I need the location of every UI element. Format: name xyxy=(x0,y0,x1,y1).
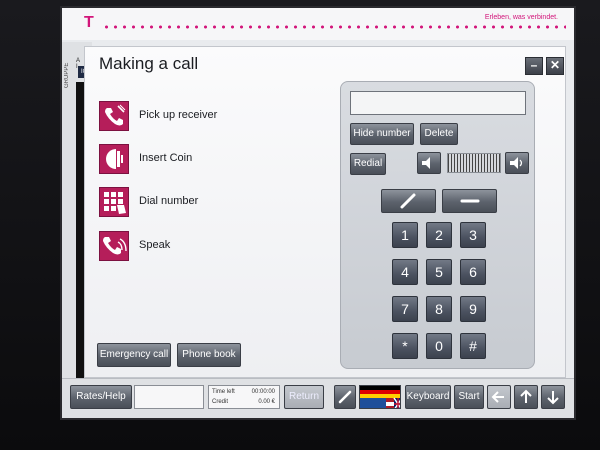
volume-up-button[interactable] xyxy=(505,152,529,174)
bottom-input-field[interactable] xyxy=(134,385,204,409)
key-9[interactable]: 9 xyxy=(460,296,486,322)
handset-button[interactable] xyxy=(334,385,356,409)
insert-coin-icon xyxy=(99,144,129,174)
telekom-logo: T xyxy=(84,14,94,31)
key-3[interactable]: 3 xyxy=(460,222,486,248)
hide-number-button[interactable]: Hide number xyxy=(350,123,414,145)
kiosk-screen: T Erleben, was verbindet. GRUPPE G A I I… xyxy=(60,6,576,420)
arrow-down-icon xyxy=(547,391,559,405)
step-label: Dial number xyxy=(139,195,199,207)
step-pick-up-receiver: Pick up receiver xyxy=(99,101,329,133)
emergency-call-button[interactable]: Emergency call xyxy=(97,343,171,367)
dotted-line-decoration xyxy=(102,25,566,29)
making-a-call-dialog: Making a call – ✕ Pick up receiver Inser… xyxy=(84,46,566,378)
close-button[interactable]: ✕ xyxy=(546,57,564,75)
flag-icon xyxy=(360,386,400,408)
key-star[interactable]: * xyxy=(392,333,418,359)
speak-icon xyxy=(99,231,129,261)
arrow-left-icon xyxy=(491,391,504,403)
speaker-low-icon xyxy=(422,157,430,169)
key-0[interactable]: 0 xyxy=(426,333,452,359)
status-box: Time left 00:00:00 Credit 0.00 € xyxy=(208,385,280,409)
side-dark-bar xyxy=(76,82,84,382)
dial-number-icon xyxy=(99,187,129,217)
key-7[interactable]: 7 xyxy=(392,296,418,322)
phone-book-button[interactable]: Phone book xyxy=(177,343,241,367)
handset-off-hook-icon xyxy=(400,193,415,209)
key-hash[interactable]: # xyxy=(460,333,486,359)
brand-slogan: Erleben, was verbindet. xyxy=(484,14,558,21)
back-arrow-button[interactable] xyxy=(487,385,511,409)
start-button[interactable]: Start xyxy=(454,385,484,409)
return-button[interactable]: Return xyxy=(284,385,324,409)
step-label: Insert Coin xyxy=(139,152,193,164)
key-5[interactable]: 5 xyxy=(426,259,452,285)
kiosk-bezel: T Erleben, was verbindet. GRUPPE G A I I… xyxy=(0,0,600,450)
key-4[interactable]: 4 xyxy=(392,259,418,285)
time-left-value: 00:00:00 xyxy=(251,389,275,395)
step-label: Pick up receiver xyxy=(139,109,218,121)
delete-button[interactable]: Delete xyxy=(420,123,458,145)
call-button[interactable] xyxy=(381,189,436,213)
dialog-title: Making a call xyxy=(99,54,199,73)
credit-label: Credit xyxy=(212,399,229,405)
credit-value: 0.00 € xyxy=(258,399,275,405)
key-6[interactable]: 6 xyxy=(460,259,486,285)
key-8[interactable]: 8 xyxy=(426,296,452,322)
keypad-panel: Hide number Delete Redial 1 2 3 4 5 6 7 … xyxy=(340,81,535,369)
step-dial-number: Dial number xyxy=(99,187,329,219)
rates-help-button[interactable]: Rates/Help xyxy=(70,385,132,409)
minimize-button[interactable]: – xyxy=(525,57,543,75)
step-insert-coin: Insert Coin xyxy=(99,144,329,176)
step-speak: Speak xyxy=(99,231,329,263)
arrow-up-icon xyxy=(520,389,532,403)
handset-on-hook-icon xyxy=(460,199,479,203)
hang-up-button[interactable] xyxy=(442,189,497,213)
volume-slider[interactable] xyxy=(447,153,501,173)
handset-icon xyxy=(338,390,352,404)
language-flag-button[interactable] xyxy=(359,385,401,409)
speaker-high-icon xyxy=(510,157,523,169)
key-2[interactable]: 2 xyxy=(426,222,452,248)
scroll-up-button[interactable] xyxy=(514,385,538,409)
number-display-field[interactable] xyxy=(350,91,526,115)
volume-down-button[interactable] xyxy=(417,152,441,174)
bottom-toolbar: Rates/Help Time left 00:00:00 Credit 0.0… xyxy=(62,378,574,418)
redial-button[interactable]: Redial xyxy=(350,153,386,175)
top-brand-bar: T Erleben, was verbindet. xyxy=(62,8,574,40)
scroll-down-button[interactable] xyxy=(541,385,565,409)
step-label: Speak xyxy=(139,239,171,251)
pick-up-receiver-icon xyxy=(99,101,129,131)
time-left-label: Time left xyxy=(212,389,235,395)
keyboard-button[interactable]: Keyboard xyxy=(405,385,451,409)
side-vertical-label-text: GRUPPE xyxy=(64,62,70,88)
key-1[interactable]: 1 xyxy=(392,222,418,248)
side-vertical-label: GRUPPE xyxy=(64,48,74,88)
